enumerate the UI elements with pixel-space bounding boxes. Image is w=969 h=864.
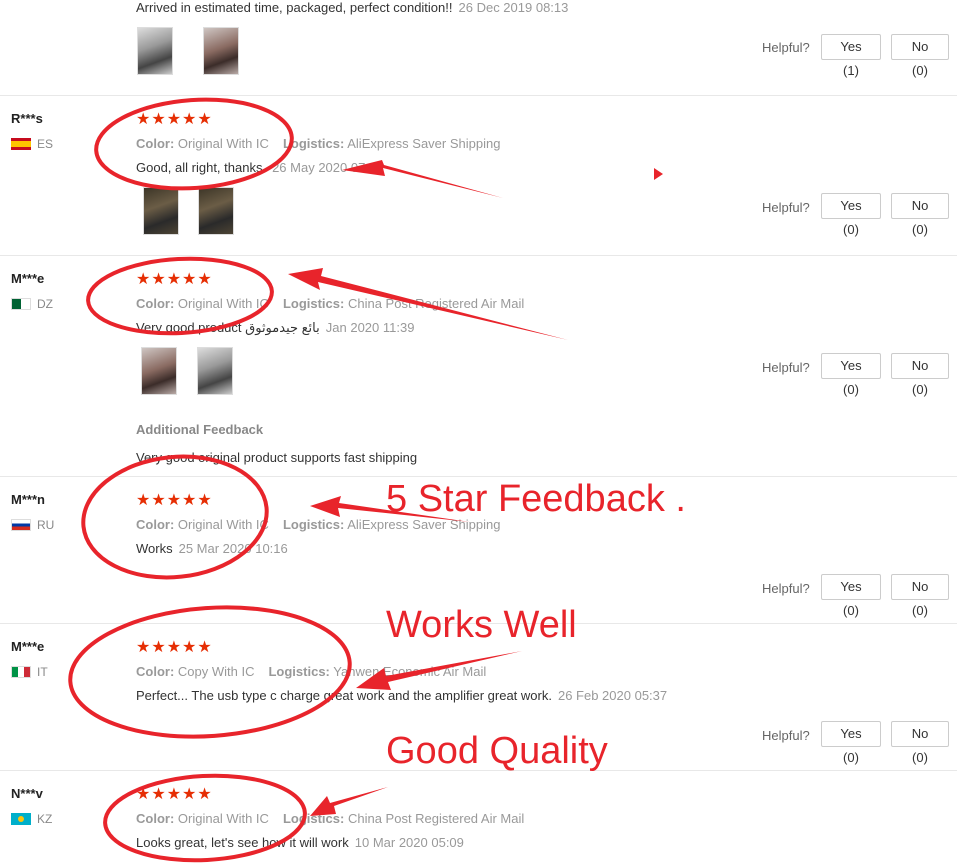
divider xyxy=(0,255,957,256)
helpful-no-button[interactable]: No (0) xyxy=(891,34,949,78)
star-rating: ★★★★★ xyxy=(136,271,213,288)
divider xyxy=(0,770,957,771)
helpful-label: Helpful? xyxy=(762,360,810,375)
helpful-yes-button[interactable]: Yes (0) xyxy=(821,193,881,237)
helpful-no-button[interactable]: No (0) xyxy=(891,193,949,237)
reviewer-country: IT xyxy=(11,665,48,679)
helpful-yes-button[interactable]: Yes (0) xyxy=(821,574,881,618)
review-attributes: Color: Original With IC Logistics: AliExp… xyxy=(136,136,501,151)
review-date: 10 Mar 2020 05:09 xyxy=(354,835,464,850)
helpful-label: Helpful? xyxy=(762,728,810,743)
review-attributes: Color: Original With IC Logistics: China … xyxy=(136,811,525,826)
star-rating: ★★★★★ xyxy=(136,786,213,803)
reviewer-name: R***s xyxy=(11,111,43,126)
helpful-yes-button[interactable]: Yes (1) xyxy=(821,34,881,78)
review-photo-thumbnail[interactable] xyxy=(203,27,239,75)
flag-dz-icon xyxy=(11,298,31,310)
reviewer-name: M***e xyxy=(11,271,45,286)
divider xyxy=(0,95,957,96)
helpful-label: Helpful? xyxy=(762,40,810,55)
review-attributes: Color: Original With IC Logistics: AliExp… xyxy=(136,517,501,532)
additional-feedback-label: Additional Feedback xyxy=(136,422,264,437)
helpful-no-button[interactable]: No (0) xyxy=(891,574,949,618)
flag-it-icon xyxy=(11,666,31,678)
review-text: Arrived in estimated time, packaged, per… xyxy=(136,0,569,15)
flag-ru-icon xyxy=(11,519,31,531)
reviewer-name: N***v xyxy=(11,786,43,801)
review-date: 25 Mar 2020 10:16 xyxy=(178,541,288,556)
helpful-no-button[interactable]: No (0) xyxy=(891,353,949,397)
review-text: Perfect... The usb type c charge great w… xyxy=(136,688,668,703)
review-date: 26 May 2020 07:59 xyxy=(272,160,384,175)
helpful-label: Helpful? xyxy=(762,200,810,215)
review-text: Looks great, let's see how it will work 1… xyxy=(136,835,464,850)
review-date: 26 Feb 2020 05:37 xyxy=(557,688,668,703)
review-photo-thumbnail[interactable] xyxy=(143,187,179,235)
helpful-yes-button[interactable]: Yes (0) xyxy=(821,353,881,397)
review-text: Good, all right, thanks. 26 May 2020 07:5… xyxy=(136,160,384,175)
reviewer-name: M***n xyxy=(11,492,45,507)
reviewer-country: DZ xyxy=(11,297,53,311)
reviewer-country: ES xyxy=(11,137,53,151)
star-rating: ★★★★★ xyxy=(136,639,213,656)
divider xyxy=(0,476,957,477)
review-photo-thumbnail[interactable] xyxy=(198,187,234,235)
review-date: Jan 2020 11:39 xyxy=(325,320,415,335)
review-text: Works 25 Mar 2020 10:16 xyxy=(136,541,288,556)
reviewer-country: KZ xyxy=(11,812,52,826)
review-photo-thumbnail[interactable] xyxy=(197,347,233,395)
helpful-label: Helpful? xyxy=(762,581,810,596)
divider xyxy=(0,623,957,624)
review-text: Very good product بائع جيدموثوق Jan 2020 … xyxy=(136,320,415,335)
review-date: 26 Dec 2019 08:13 xyxy=(458,0,569,15)
star-rating: ★★★★★ xyxy=(136,492,213,509)
reviewer-name: M***e xyxy=(11,639,45,654)
review-attributes: Color: Original With IC Logistics: China … xyxy=(136,296,525,311)
review-photo-thumbnail[interactable] xyxy=(137,27,173,75)
star-rating: ★★★★★ xyxy=(136,111,213,128)
additional-feedback-text: Very good original product supports fast… xyxy=(136,450,418,465)
flag-es-icon xyxy=(11,138,31,150)
helpful-no-button[interactable]: No (0) xyxy=(891,721,949,765)
flag-kz-icon xyxy=(11,813,31,825)
reviewer-country: RU xyxy=(11,518,54,532)
review-photo-thumbnail[interactable] xyxy=(141,347,177,395)
reviews-feed: Arrived in estimated time, packaged, per… xyxy=(0,0,969,864)
helpful-yes-button[interactable]: Yes (0) xyxy=(821,721,881,765)
review-attributes: Color: Copy With IC Logistics: Yanwen Eco… xyxy=(136,664,487,679)
